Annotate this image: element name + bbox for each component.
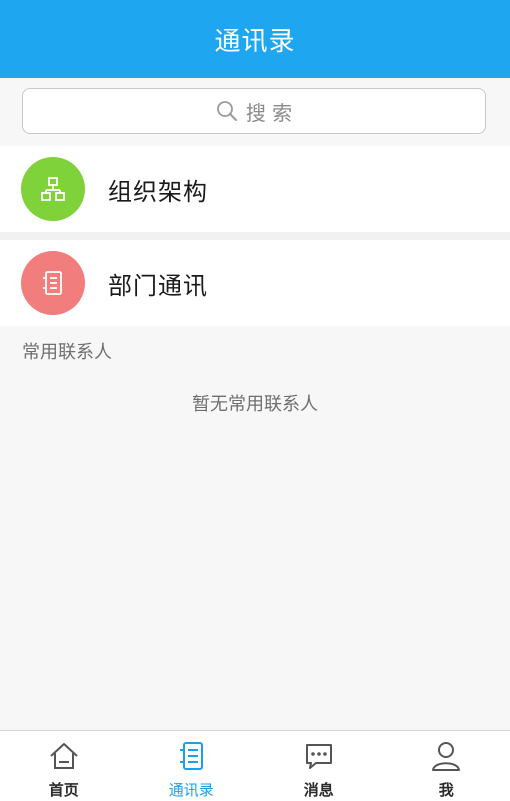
list-icon [21, 251, 85, 315]
org-chart-icon [21, 157, 85, 221]
home-icon [47, 739, 81, 777]
menu-item-org-structure[interactable]: 组织架构 [0, 146, 510, 232]
top-header: 通讯录 [0, 0, 510, 78]
page-title: 通讯录 [214, 21, 295, 58]
empty-state-text: 暂无常用联系人 [0, 390, 510, 416]
frequent-contacts-title: 常用联系人 [22, 338, 112, 364]
tab-label: 首页 [49, 779, 79, 800]
divider [0, 232, 510, 240]
tab-label: 我 [439, 779, 454, 800]
tab-me[interactable]: 我 [383, 731, 510, 801]
tab-contacts[interactable]: 通讯录 [128, 731, 256, 801]
search-icon [216, 100, 238, 122]
tab-messages[interactable]: 消息 [255, 731, 383, 801]
tab-home[interactable]: 首页 [0, 731, 128, 801]
tab-label: 消息 [304, 779, 334, 800]
chat-icon [302, 739, 336, 777]
menu-item-label: 部门通讯 [108, 266, 208, 301]
tab-label: 通讯录 [169, 779, 214, 800]
contacts-icon [174, 739, 208, 777]
menu-item-department-directory[interactable]: 部门通讯 [0, 240, 510, 326]
menu-item-label: 组织架构 [108, 172, 208, 207]
user-icon [429, 739, 463, 777]
bottom-tab-bar: 首页 通讯录 消息 [0, 730, 510, 801]
search-bar-area: 搜 索 [0, 78, 510, 146]
search-input[interactable]: 搜 索 [22, 88, 486, 134]
search-placeholder: 搜 索 [246, 97, 292, 126]
